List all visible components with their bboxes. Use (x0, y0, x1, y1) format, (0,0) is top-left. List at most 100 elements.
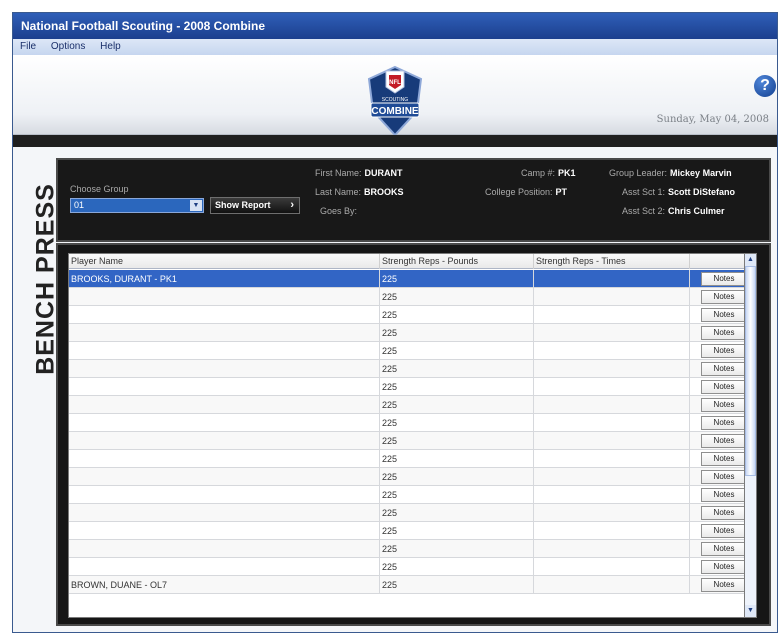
strength-pounds-cell[interactable]: 225 (380, 360, 534, 378)
player-name-cell[interactable] (69, 306, 380, 324)
strength-pounds-cell[interactable]: 225 (380, 558, 534, 576)
column-header-pounds[interactable]: Strength Reps - Pounds (380, 254, 534, 269)
table-row[interactable]: 225 Notes (69, 540, 753, 558)
player-name-cell[interactable] (69, 342, 380, 360)
table-row[interactable]: 225 Notes (69, 504, 753, 522)
chevron-down-icon[interactable]: ▼ (190, 200, 202, 211)
player-name-cell[interactable] (69, 432, 380, 450)
strength-pounds-cell[interactable]: 225 (380, 450, 534, 468)
strength-pounds-cell[interactable]: 225 (380, 540, 534, 558)
strength-pounds-cell[interactable]: 225 (380, 432, 534, 450)
strength-times-cell[interactable] (534, 576, 690, 594)
notes-button[interactable]: Notes (701, 308, 747, 322)
strength-times-cell[interactable] (534, 540, 690, 558)
scrollbar-thumb[interactable] (745, 266, 756, 476)
table-row[interactable]: 225 Notes (69, 324, 753, 342)
notes-button[interactable]: Notes (701, 452, 747, 466)
notes-button[interactable]: Notes (701, 380, 747, 394)
table-row[interactable]: 225 Notes (69, 306, 753, 324)
menu-help[interactable]: Help (100, 41, 121, 52)
strength-pounds-cell[interactable]: 225 (380, 342, 534, 360)
player-name-cell[interactable] (69, 504, 380, 522)
table-row[interactable]: BROOKS, DURANT - PK1 225 Notes (69, 270, 753, 288)
notes-button[interactable]: Notes (701, 272, 747, 286)
help-icon[interactable]: ? (754, 75, 776, 97)
notes-button[interactable]: Notes (701, 434, 747, 448)
menu-file[interactable]: File (20, 41, 36, 52)
player-name-cell[interactable] (69, 360, 380, 378)
strength-pounds-cell[interactable]: 225 (380, 504, 534, 522)
strength-times-cell[interactable] (534, 342, 690, 360)
chevron-down-icon[interactable]: ▼ (745, 605, 756, 617)
table-scrollbar[interactable]: ▲ ▼ (744, 253, 757, 618)
table-row[interactable]: 225 Notes (69, 468, 753, 486)
strength-pounds-cell[interactable]: 225 (380, 288, 534, 306)
table-row[interactable]: 225 Notes (69, 288, 753, 306)
player-name-cell[interactable] (69, 486, 380, 504)
strength-pounds-cell[interactable]: 225 (380, 324, 534, 342)
table-row[interactable]: 225 Notes (69, 360, 753, 378)
show-report-button[interactable]: Show Report › (210, 197, 300, 214)
strength-pounds-cell[interactable]: 225 (380, 468, 534, 486)
strength-pounds-cell[interactable]: 225 (380, 576, 534, 594)
player-name-cell[interactable] (69, 540, 380, 558)
notes-button[interactable]: Notes (701, 362, 747, 376)
strength-times-cell[interactable] (534, 522, 690, 540)
strength-times-cell[interactable] (534, 558, 690, 576)
table-row[interactable]: 225 Notes (69, 378, 753, 396)
strength-times-cell[interactable] (534, 504, 690, 522)
player-name-cell[interactable] (69, 396, 380, 414)
strength-times-cell[interactable] (534, 450, 690, 468)
strength-times-cell[interactable] (534, 288, 690, 306)
table-row[interactable]: 225 Notes (69, 450, 753, 468)
notes-button[interactable]: Notes (701, 290, 747, 304)
player-name-cell[interactable] (69, 324, 380, 342)
chevron-up-icon[interactable]: ▲ (745, 254, 756, 266)
strength-times-cell[interactable] (534, 378, 690, 396)
table-row[interactable]: BROWN, DUANE - OL7 225 Notes (69, 576, 753, 594)
table-row[interactable]: 225 Notes (69, 414, 753, 432)
notes-button[interactable]: Notes (701, 416, 747, 430)
strength-times-cell[interactable] (534, 396, 690, 414)
table-row[interactable]: 225 Notes (69, 342, 753, 360)
notes-button[interactable]: Notes (701, 326, 747, 340)
strength-pounds-cell[interactable]: 225 (380, 486, 534, 504)
column-header-player-name[interactable]: Player Name (69, 254, 380, 269)
player-name-cell[interactable] (69, 522, 380, 540)
strength-times-cell[interactable] (534, 432, 690, 450)
notes-button[interactable]: Notes (701, 470, 747, 484)
notes-button[interactable]: Notes (701, 506, 747, 520)
strength-times-cell[interactable] (534, 306, 690, 324)
notes-button[interactable]: Notes (701, 578, 747, 592)
strength-pounds-cell[interactable]: 225 (380, 522, 534, 540)
strength-pounds-cell[interactable]: 225 (380, 270, 534, 288)
strength-times-cell[interactable] (534, 360, 690, 378)
table-row[interactable]: 225 Notes (69, 486, 753, 504)
player-name-cell[interactable] (69, 414, 380, 432)
player-name-cell[interactable] (69, 468, 380, 486)
table-row[interactable]: 225 Notes (69, 432, 753, 450)
strength-pounds-cell[interactable]: 225 (380, 378, 534, 396)
table-row[interactable]: 225 Notes (69, 558, 753, 576)
notes-button[interactable]: Notes (701, 488, 747, 502)
strength-pounds-cell[interactable]: 225 (380, 306, 534, 324)
player-name-cell[interactable]: BROWN, DUANE - OL7 (69, 576, 380, 594)
strength-times-cell[interactable] (534, 468, 690, 486)
group-select[interactable]: 01 ▼ (70, 198, 204, 213)
notes-button[interactable]: Notes (701, 542, 747, 556)
player-name-cell[interactable] (69, 378, 380, 396)
strength-pounds-cell[interactable]: 225 (380, 396, 534, 414)
table-row[interactable]: 225 Notes (69, 522, 753, 540)
notes-button[interactable]: Notes (701, 398, 747, 412)
player-name-cell[interactable] (69, 288, 380, 306)
strength-pounds-cell[interactable]: 225 (380, 414, 534, 432)
notes-button[interactable]: Notes (701, 344, 747, 358)
notes-button[interactable]: Notes (701, 560, 747, 574)
strength-times-cell[interactable] (534, 486, 690, 504)
player-name-cell[interactable] (69, 450, 380, 468)
strength-times-cell[interactable] (534, 270, 690, 288)
menu-options[interactable]: Options (51, 41, 85, 52)
notes-button[interactable]: Notes (701, 524, 747, 538)
strength-times-cell[interactable] (534, 324, 690, 342)
strength-times-cell[interactable] (534, 414, 690, 432)
